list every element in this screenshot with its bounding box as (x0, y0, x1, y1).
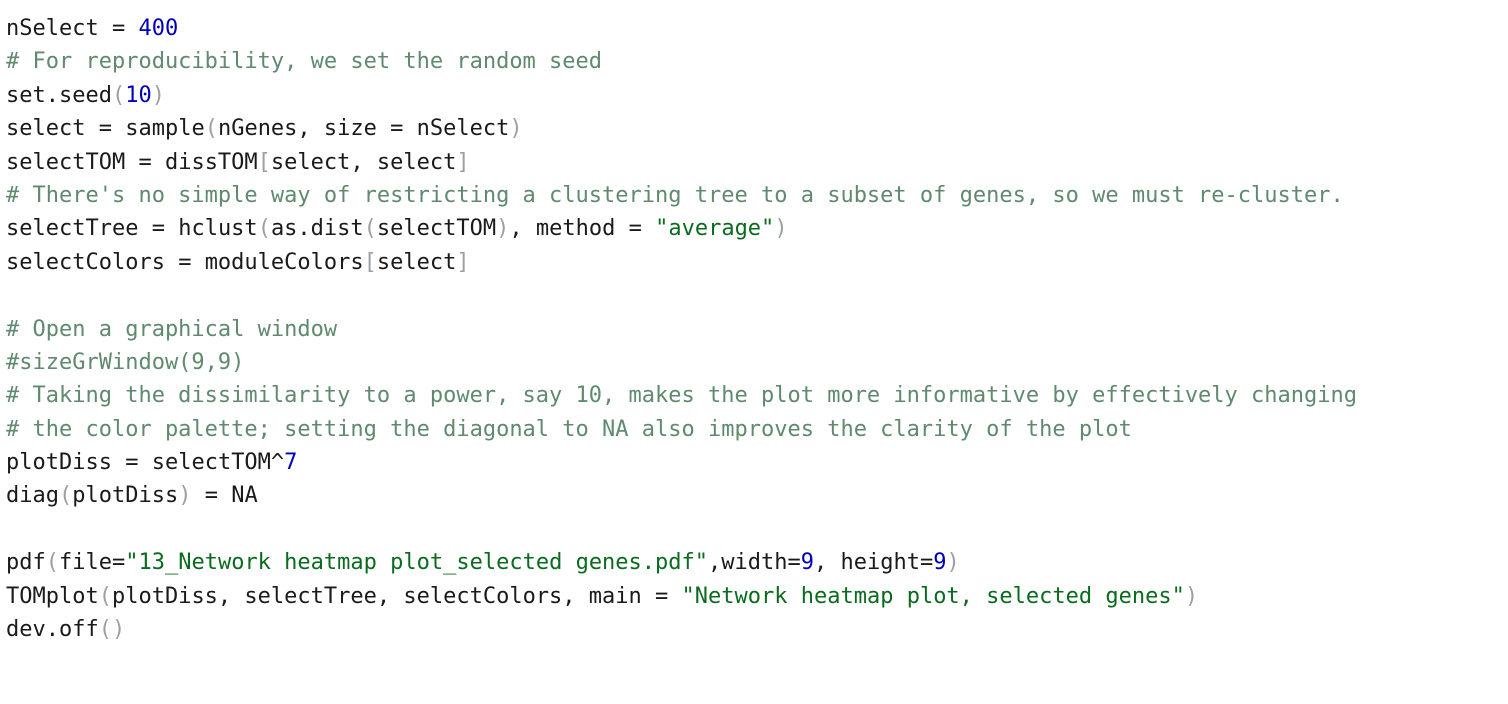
code-token-plain: , method (509, 216, 629, 242)
code-line: TOMplot(plotDiss, selectTree, selectColo… (6, 580, 1508, 613)
code-token-paren: ) (111, 617, 126, 643)
code-line: plotDiss = selectTOM^7 (6, 446, 1508, 479)
code-token-plain: selectTree (6, 216, 152, 242)
code-editor-surface[interactable]: nSelect = 400 # For reproducibility, we s… (0, 0, 1508, 704)
code-token-constant: NA (231, 483, 258, 509)
code-line: selectTree = hclust(as.dist(selectTOM), … (6, 212, 1508, 245)
code-token-plain: selectTOM (376, 216, 497, 242)
code-line: # There's no simple way of restricting a… (6, 179, 1508, 212)
code-token-plain: selectTOM^ (151, 450, 285, 476)
code-token-plain: plotDiss (72, 483, 179, 509)
code-token-paren: ( (204, 116, 218, 142)
code-token-paren: ] (456, 249, 470, 275)
code-line: dev.off() (6, 613, 1508, 646)
code-token-plain: ,width (708, 550, 788, 576)
code-line: nSelect = 400 (6, 12, 1508, 45)
code-token-plain: select, select (270, 149, 457, 175)
code-token-number: 9 (800, 550, 815, 576)
code-line: # Open a graphical window (6, 313, 1508, 346)
code-token-plain: as.dist (270, 216, 364, 242)
code-token-plain: TOMplot (6, 583, 99, 609)
code-token-operator: = (138, 149, 165, 175)
code-token-plain: nGenes, size (217, 116, 391, 142)
code-token-paren: ) (496, 216, 510, 242)
code-line: set.seed(10) (6, 79, 1508, 112)
code-token-plain: sample (125, 116, 205, 142)
code-token-plain: nSelect (416, 116, 510, 142)
code-token-plain: diag (6, 483, 59, 509)
code-token-operator: = (125, 450, 152, 476)
code-line: pdf(file="13_Network heatmap plot_select… (6, 546, 1508, 579)
code-token-operator: = (787, 550, 801, 576)
code-token-string: "Network heatmap plot, selected genes" (681, 583, 1185, 609)
code-line: select = sample(nGenes, size = nSelect) (6, 112, 1508, 145)
code-token-comment: # Open a graphical window (6, 316, 338, 342)
code-token-paren: ) (1184, 583, 1199, 609)
code-token-comment: # the color palette; setting the diagona… (6, 416, 1132, 442)
code-token-plain: dissTOM (164, 149, 258, 175)
code-token-plain: file (59, 550, 112, 576)
code-token-plain: select (376, 249, 457, 275)
code-token-operator: = (98, 116, 126, 142)
code-token-paren: ( (58, 483, 73, 509)
code-token-plain: selectColors (6, 249, 179, 275)
code-token-plain: nSelect (6, 16, 112, 41)
code-token-plain: hclust (178, 216, 258, 242)
code-token-operator: = (151, 216, 179, 242)
code-token-paren: ( (45, 550, 59, 576)
code-token-plain: plotDiss, selectTree, selectColors, main (111, 583, 656, 609)
code-token-paren: ( (98, 617, 112, 643)
code-token-plain: set.seed (6, 82, 112, 108)
code-token-paren: ] (456, 149, 470, 175)
code-token-paren: ( (363, 216, 377, 242)
code-token-paren: ( (98, 583, 112, 609)
code-token-operator: = (178, 249, 205, 275)
code-token-plain: select (6, 116, 99, 142)
code-token-comment: # Taking the dissimilarity to a power, s… (6, 383, 1358, 409)
code-token-plain: selectTOM (6, 149, 139, 175)
code-line: # For reproducibility, we set the random… (6, 45, 1508, 78)
code-token-paren: ( (257, 216, 271, 242)
code-token-paren: ) (509, 116, 523, 142)
code-token-string: "13_Network heatmap plot_selected genes.… (125, 550, 709, 576)
code-token-operator: = (919, 550, 934, 576)
code-token-comment: # There's no simple way of restricting a… (6, 182, 1344, 208)
code-token-number: 400 (138, 16, 179, 41)
code-token-comment: # For reproducibility, we set the random… (6, 49, 603, 75)
code-token-paren: ) (151, 82, 165, 108)
code-token-operator: = (628, 216, 656, 242)
code-token-plain: , height (814, 550, 920, 576)
code-line: # the color palette; setting the diagona… (6, 413, 1508, 446)
code-token-plain: dev.off (6, 617, 99, 643)
code-token-operator: = (111, 550, 126, 576)
code-line: selectTOM = dissTOM[select, select] (6, 146, 1508, 179)
code-token-plain: plotDiss (6, 450, 126, 476)
code-token-paren: ( (111, 82, 126, 108)
code-token-operator: = (655, 583, 682, 609)
code-token-comment: #sizeGrWindow(9,9) (6, 349, 245, 375)
code-token-paren: ) (774, 216, 788, 242)
code-token-operator: = (111, 16, 139, 41)
code-line: #sizeGrWindow(9,9) (6, 346, 1508, 379)
code-token-number: 10 (125, 82, 152, 108)
code-token-operator: = (204, 483, 232, 509)
code-line: diag(plotDiss) = NA (6, 479, 1508, 512)
code-token-number: 7 (284, 450, 298, 476)
code-token-paren: [ (363, 249, 377, 275)
code-line: # Taking the dissimilarity to a power, s… (6, 379, 1508, 412)
code-line: selectColors = moduleColors[select] (6, 246, 1508, 279)
code-token-paren: ) (178, 483, 192, 509)
code-token-paren: [ (257, 149, 271, 175)
code-token-operator: = (390, 116, 417, 142)
code-token-number: 9 (933, 550, 947, 576)
code-token-plain: moduleColors (204, 249, 364, 275)
code-token-paren: ) (946, 550, 960, 576)
code-token-string: "average" (655, 216, 775, 242)
code-token-plain: pdf (6, 550, 46, 576)
